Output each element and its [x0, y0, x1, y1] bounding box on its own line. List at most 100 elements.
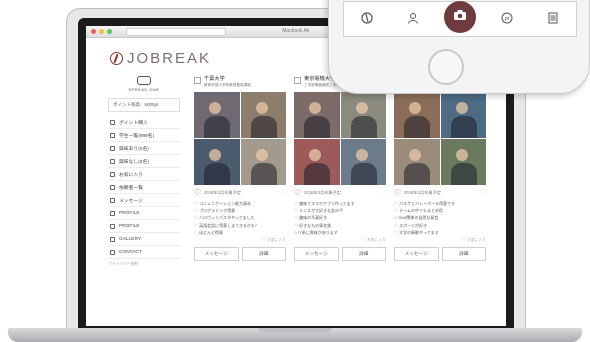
company-logo-icon: [137, 76, 151, 85]
coin-icon: [110, 119, 115, 125]
student-photo[interactable]: [194, 139, 240, 185]
detail-button[interactable]: 詳細: [341, 246, 386, 261]
image-icon: [110, 236, 115, 242]
tab-points-icon[interactable]: pt: [492, 5, 522, 35]
sidebar-item-label: CONTACT: [119, 249, 142, 255]
sidebar-item-label: PROFILE: [119, 210, 140, 216]
student-photo[interactable]: [394, 92, 440, 138]
sidebar-item-label: 興味あり(0名): [119, 146, 149, 152]
heart-icon[interactable]: ♡: [294, 189, 301, 197]
favorite-link[interactable]: ♡ お気に入り: [294, 238, 386, 245]
sidebar-item-5[interactable]: 依頼者一覧: [108, 181, 180, 194]
sidebar-item-2[interactable]: 興味あり(0名): [108, 142, 180, 155]
logo-icon: [361, 11, 373, 29]
phone-screen: pt: [343, 1, 577, 37]
tab-document-icon[interactable]: [538, 5, 568, 35]
student-photo[interactable]: [240, 92, 286, 138]
sidebar-item-label: お気に入り: [119, 172, 143, 178]
favorite-link[interactable]: ♡ お気に入り: [194, 238, 286, 245]
app-logo[interactable]: JOBREAK: [110, 50, 211, 67]
student-photo[interactable]: [440, 92, 486, 138]
user-icon: [110, 223, 115, 229]
sidebar-item-8[interactable]: PROFILE: [108, 220, 180, 233]
student-photo[interactable]: [440, 139, 486, 185]
student-card: 東京電機大学工学部情報通信工学科卒業予定♡2016年3月卒業予定⋯趣味でスマホア…: [294, 76, 386, 261]
star-icon: [110, 145, 115, 151]
more-icon[interactable]: ⋯: [282, 191, 286, 196]
select-checkbox[interactable]: [294, 77, 301, 84]
card-meta: ♡ 2016年3月卒業予定 ⋯: [294, 189, 386, 197]
detail-button[interactable]: 詳細: [241, 246, 286, 261]
sidebar: SPREAD ONE ポイント残高：6000pt ポイント購入 学生一覧(999名…: [108, 76, 180, 267]
detail-button[interactable]: 詳細: [441, 246, 486, 261]
svg-text:pt: pt: [505, 16, 510, 22]
select-checkbox[interactable]: [194, 77, 201, 84]
photo-grid[interactable]: [394, 92, 486, 185]
photo-grid[interactable]: [294, 92, 386, 185]
jobreak-logo-icon: [110, 52, 123, 65]
tag-item: 好きなもの東名鉄: [294, 222, 386, 229]
tag-item: チームの中でもまとめ役: [394, 207, 486, 214]
tag-item: 大学の新歓やってます: [394, 229, 486, 236]
sidebar-item-label: ポイント購入: [119, 120, 148, 126]
tag-item: 英語会話に得意しまてきるかも？: [194, 222, 286, 229]
student-photo[interactable]: [194, 92, 240, 138]
tab-logo-icon[interactable]: [352, 5, 382, 35]
more-icon[interactable]: ⋯: [382, 191, 386, 196]
tab-person-icon[interactable]: [398, 5, 428, 35]
sidebar-item-4[interactable]: お気に入り: [108, 168, 180, 181]
mail-icon: [110, 197, 115, 203]
tag-item: バスケとバレーボール得意です: [394, 200, 486, 207]
sidebar-item-6[interactable]: メッセージ: [108, 194, 180, 207]
company-name: SPREAD ONE: [128, 87, 160, 92]
graduation-date: 2016年3月卒業予定: [404, 190, 441, 195]
student-card: 千葉大学教育学部小学校教員養成課程 ♡2016年3月卒業予定 ⋯ コミュニケーション能…: [194, 76, 286, 261]
heart-icon[interactable]: ♡: [394, 189, 401, 197]
message-button[interactable]: メッセージ: [194, 246, 239, 261]
more-icon[interactable]: ⋯: [482, 191, 486, 196]
graduation-date: 2016年3月卒業予定: [304, 190, 341, 195]
sidebar-item-10[interactable]: CONTACT: [108, 246, 180, 259]
message-button[interactable]: メッセージ: [294, 246, 339, 261]
camera-icon: [453, 8, 467, 26]
heart-icon: [110, 171, 115, 177]
sidebar-item-3[interactable]: 興味なし(0名): [108, 155, 180, 168]
tag-item: ほどんど得意: [194, 229, 286, 236]
sidebar-item-0[interactable]: ポイント購入: [108, 116, 180, 129]
app-logo-text: JOBREAK: [127, 50, 212, 67]
star-icon: [110, 158, 115, 164]
card-meta: ♡ 2016年3月卒業予定 ⋯: [194, 189, 286, 197]
tag-item: IT系に興味があります: [294, 229, 386, 236]
tag-item: プログラミング得意: [194, 207, 286, 214]
sidebar-item-label: 依頼者一覧: [119, 185, 143, 191]
sidebar-item-7[interactable]: PROFILE: [108, 207, 180, 220]
sidebar-item-1[interactable]: 学生一覧(999名): [108, 129, 180, 142]
laptop-base: [8, 328, 582, 342]
student-photo[interactable]: [294, 139, 340, 185]
favorite-link[interactable]: ♡ お気に入り: [394, 238, 486, 245]
heart-icon[interactable]: ♡: [194, 189, 201, 197]
company-logo: SPREAD ONE: [108, 76, 180, 92]
tag-list: バスケとバレーボール得意ですチームの中でもまとめ役SNS関係の自然な発信スポーツ…: [394, 200, 486, 236]
university-name: 千葉大学: [204, 76, 225, 82]
card-actions: メッセージ 詳細: [294, 246, 386, 261]
photo-grid[interactable]: [194, 92, 286, 185]
student-photo[interactable]: [240, 139, 286, 185]
smartphone: pt: [328, 0, 590, 94]
person-icon: [407, 11, 419, 29]
sidebar-item-label: メッセージ: [119, 198, 143, 204]
document-icon: [547, 11, 559, 29]
tag-item: スポーツが好き: [394, 222, 486, 229]
sidebar-item-label: 学生一覧(999名): [119, 133, 155, 139]
student-photo[interactable]: [394, 139, 440, 185]
tab-camera-icon[interactable]: [444, 1, 476, 33]
student-card: ♡2016年3月卒業予定 ⋯ バスケとバレーボール得意ですチームの中でもまとめ役SN…: [394, 76, 486, 261]
sidebar-footer-link[interactable]: プライバシー規約: [108, 262, 180, 267]
sidebar-item-label: 興味なし(0名): [119, 159, 149, 165]
student-photo[interactable]: [340, 92, 386, 138]
home-button[interactable]: [428, 49, 464, 85]
sidebar-item-9[interactable]: GALLERY: [108, 233, 180, 246]
student-photo[interactable]: [340, 139, 386, 185]
student-photo[interactable]: [294, 92, 340, 138]
message-button[interactable]: メッセージ: [394, 246, 439, 261]
